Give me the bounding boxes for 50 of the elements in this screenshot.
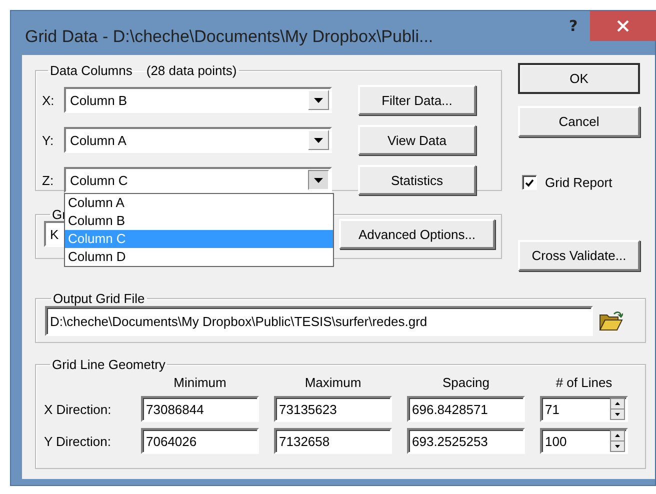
number-field[interactable]: 693.2525253 [407, 428, 525, 454]
file-path-field[interactable]: D:\cheche\Documents\My Dropbox\Public\TESIS\surfer\redes.grd [45, 306, 593, 336]
close-icon [617, 20, 629, 32]
cross-validate-button[interactable]: Cross Validate... [518, 240, 640, 271]
caret-icon [314, 178, 323, 182]
dialog-button[interactable]: Cancel [518, 106, 640, 137]
dropdown-option[interactable]: Column D [65, 248, 333, 266]
number-field[interactable]: 7064026 [141, 428, 259, 454]
checkbox[interactable] [522, 175, 537, 190]
help-button[interactable]: ? [563, 11, 584, 41]
column-header: Maximum [304, 376, 362, 390]
combo-box[interactable]: Column B [64, 87, 332, 113]
group-label: Output Grid File [52, 291, 146, 306]
caret-icon [314, 138, 323, 142]
spinner-arrows-icon [610, 398, 625, 420]
caret-icon [314, 98, 323, 102]
number-spinner[interactable]: 71 [540, 396, 628, 422]
action-button[interactable]: Filter Data... [358, 85, 476, 115]
column-header: # of Lines [554, 376, 614, 390]
dropdown-option[interactable]: Column B [65, 212, 333, 230]
browse-button[interactable] [599, 311, 623, 331]
number-field[interactable]: 73135623 [274, 396, 392, 422]
check-icon [525, 178, 534, 186]
axis-label: Z: [42, 172, 55, 188]
action-button[interactable]: View Data [358, 125, 476, 155]
number-field[interactable]: 696.8428571 [407, 396, 525, 422]
row-label: X Direction: [44, 402, 112, 416]
window-title: Grid Data - D:\cheche\Documents\My Dropbox\Publi... [25, 27, 434, 47]
column-header: Minimum [172, 376, 228, 390]
number-field[interactable]: 7132658 [274, 428, 392, 454]
group-label: Data Columns [50, 63, 132, 78]
axis-label: X: [42, 92, 56, 108]
action-button[interactable]: Statistics [358, 165, 476, 195]
checkbox-label: Grid Report [545, 175, 612, 190]
row-label: Y Direction: [44, 434, 112, 448]
dialog-button[interactable]: OK [518, 63, 640, 94]
dropdown-button[interactable] [308, 170, 329, 190]
combo-box[interactable]: Column A [64, 127, 332, 153]
data-points-count: (28 data points) [146, 63, 237, 78]
combo-box[interactable]: Column C [64, 167, 332, 193]
group-label: Grid Line Geometry [51, 357, 166, 372]
close-button[interactable] [590, 11, 656, 41]
spinner-arrows-icon [610, 430, 625, 452]
column-header: Spacing [442, 376, 490, 390]
number-field[interactable]: 73086844 [141, 396, 259, 422]
dropdown-option[interactable]: Column A [65, 194, 333, 212]
number-spinner[interactable]: 100 [540, 428, 628, 454]
folder-icon [599, 311, 623, 331]
axis-label: Y: [42, 132, 55, 148]
advanced-options-button[interactable]: Advanced Options... [339, 219, 495, 249]
